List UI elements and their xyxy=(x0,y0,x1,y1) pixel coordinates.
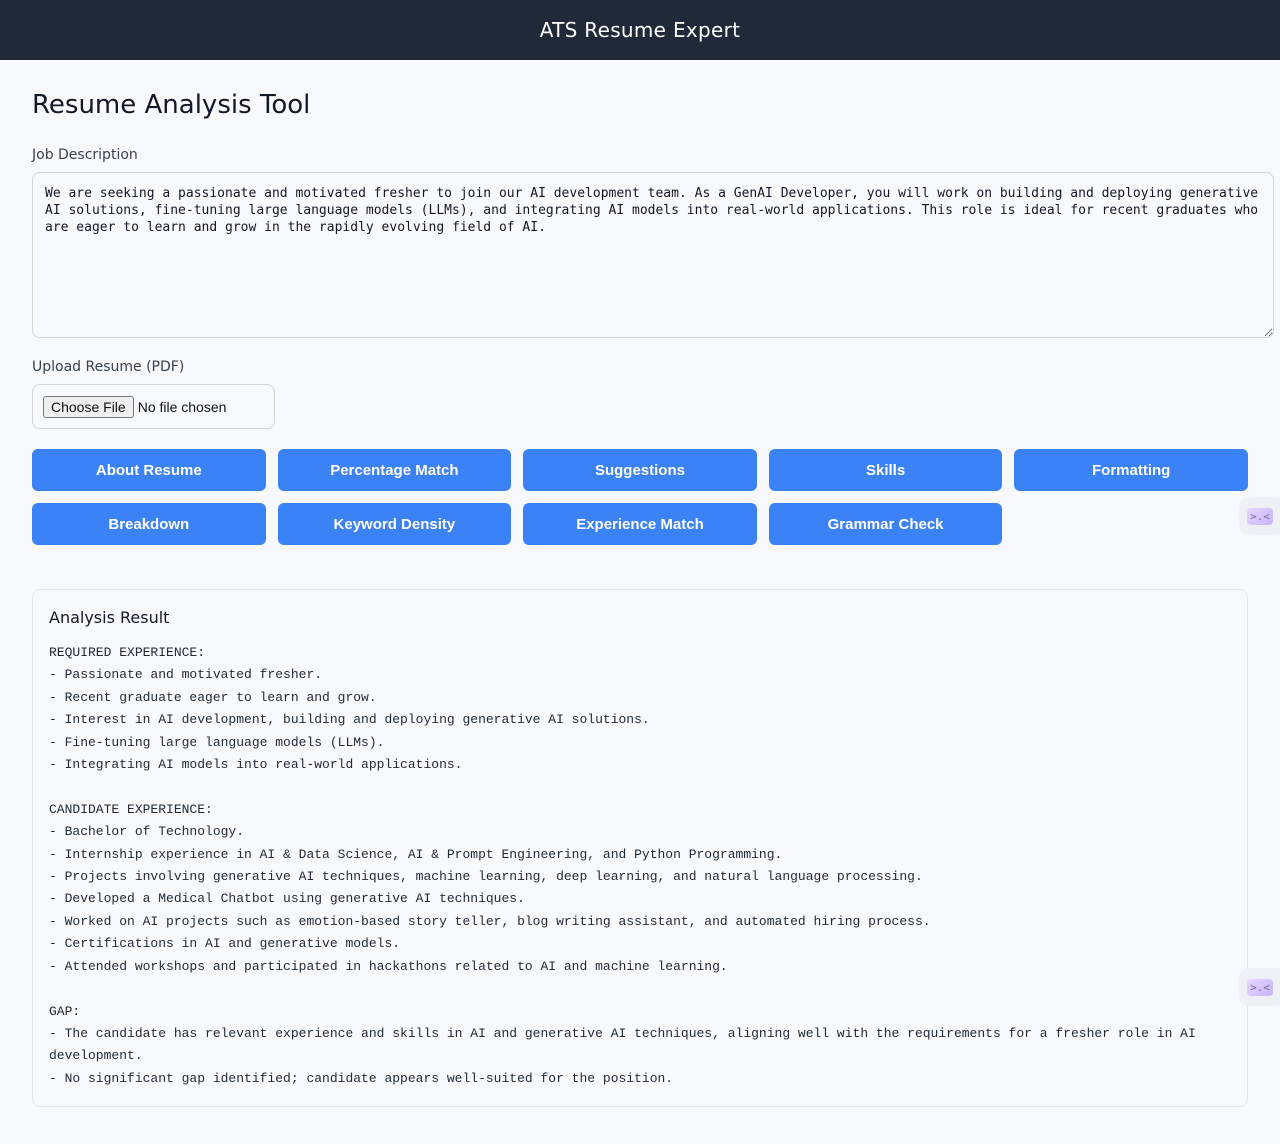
extension-icon[interactable]: >.< xyxy=(1240,498,1280,534)
choose-file-button[interactable]: Choose File xyxy=(43,395,134,418)
resume-file-input[interactable]: Choose File No file chosen xyxy=(32,384,275,429)
extension-icon[interactable]: >.< xyxy=(1240,969,1280,1005)
about-resume-button[interactable]: About Resume xyxy=(32,449,266,491)
keyword-density-button[interactable]: Keyword Density xyxy=(277,503,512,545)
job-description-input[interactable]: We are seeking a passionate and motivate… xyxy=(32,172,1274,338)
page-title: Resume Analysis Tool xyxy=(32,90,311,120)
extension-glyph: >.< xyxy=(1247,978,1273,996)
experience-match-button[interactable]: Experience Match xyxy=(523,503,757,545)
analysis-actions: About Resume Percentage Match Suggestion… xyxy=(32,449,1248,545)
app-header: ATS Resume Expert xyxy=(0,0,1280,60)
main-content: Resume Analysis Tool Job Description We … xyxy=(0,60,1280,1108)
job-description-label: Job Description xyxy=(32,147,138,163)
file-status-text: No file chosen xyxy=(137,398,227,415)
analysis-result-text: REQUIRED EXPERIENCE: - Passionate and mo… xyxy=(49,645,1196,1086)
analysis-result-title: Analysis Result xyxy=(49,608,170,627)
grammar-check-button[interactable]: Grammar Check xyxy=(768,503,1003,545)
upload-resume-label: Upload Resume (PDF) xyxy=(32,359,185,375)
percentage-match-button[interactable]: Percentage Match xyxy=(277,449,512,491)
formatting-button[interactable]: Formatting xyxy=(1014,449,1248,491)
breakdown-button[interactable]: Breakdown xyxy=(32,503,266,545)
analysis-result-card: Analysis Result REQUIRED EXPERIENCE: - P… xyxy=(32,589,1248,1108)
app-title: ATS Resume Expert xyxy=(539,18,741,42)
skills-button[interactable]: Skills xyxy=(768,449,1003,491)
suggestions-button[interactable]: Suggestions xyxy=(523,449,757,491)
extension-glyph: >.< xyxy=(1247,507,1273,525)
